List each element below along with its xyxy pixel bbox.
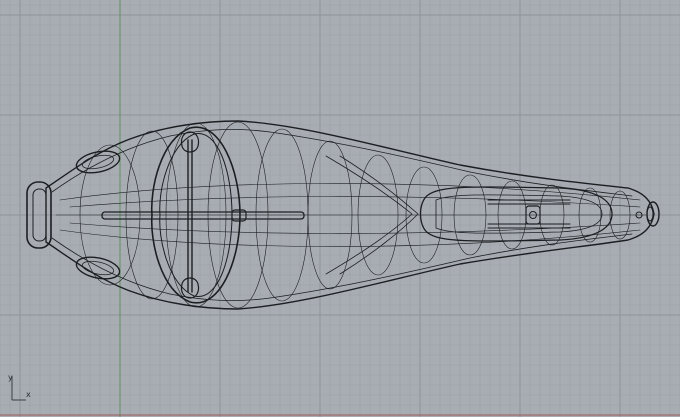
bottom-clip xyxy=(180,277,200,299)
axis-x-label: x xyxy=(26,390,31,399)
nose-cap-inner xyxy=(646,206,654,222)
horizontal-bar xyxy=(101,211,305,220)
lower-pod xyxy=(75,256,121,280)
front-slot-outer xyxy=(26,181,52,249)
front-slot-inner xyxy=(32,188,47,242)
top-clip xyxy=(180,131,200,153)
wireframe-model[interactable] xyxy=(0,0,680,417)
vertical-rod xyxy=(187,139,193,293)
upper-pod xyxy=(75,150,121,174)
axis-y-label: y xyxy=(8,373,13,382)
top-viewport[interactable]: y x xyxy=(0,0,680,417)
